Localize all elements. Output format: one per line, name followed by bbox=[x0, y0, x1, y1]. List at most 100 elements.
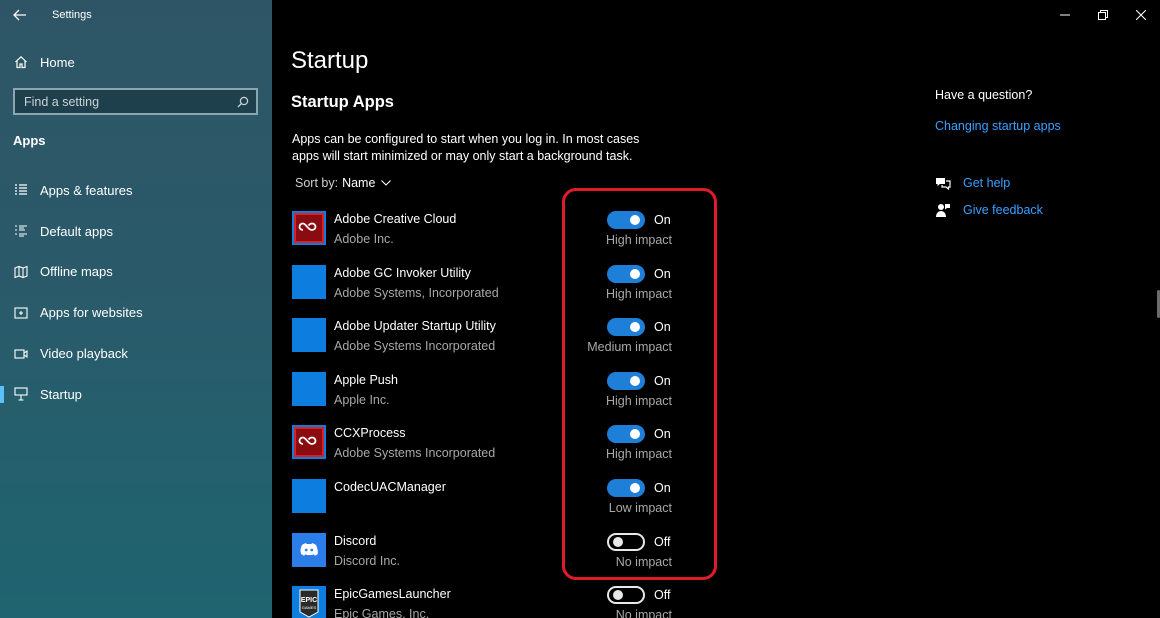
back-button[interactable] bbox=[0, 0, 40, 30]
restore-icon bbox=[1098, 10, 1108, 20]
sidebar-item-label: Offline maps bbox=[40, 264, 113, 280]
list-icon bbox=[14, 183, 28, 197]
close-button[interactable] bbox=[1122, 0, 1160, 30]
startup-toggle[interactable] bbox=[607, 586, 645, 605]
app-publisher: Discord Inc. bbox=[334, 553, 400, 568]
toggle-state: On bbox=[654, 213, 671, 227]
minimize-icon bbox=[1060, 14, 1070, 16]
sidebar-item-startup[interactable]: Startup bbox=[0, 374, 272, 415]
help-question: Have a question? bbox=[935, 88, 1033, 102]
toggle-state: On bbox=[654, 480, 671, 495]
toggle-state: On bbox=[654, 320, 671, 335]
page-title: Startup bbox=[291, 47, 369, 74]
search-box[interactable] bbox=[13, 88, 258, 115]
toggle-state: On bbox=[654, 427, 671, 442]
app-publisher: Epic Games, Inc. bbox=[334, 607, 430, 618]
app-name: Adobe GC Invoker Utility bbox=[334, 265, 471, 280]
list-item: CCXProcess Adobe Systems Incorporated On… bbox=[291, 423, 691, 477]
list-item: Adobe Updater Startup Utility Adobe Syst… bbox=[291, 316, 691, 370]
epic-games-icon: EPIC GAMES bbox=[292, 586, 326, 618]
adobe-cc-icon bbox=[292, 425, 326, 460]
give-feedback-link[interactable]: Give feedback bbox=[963, 203, 1043, 217]
search-input[interactable] bbox=[24, 94, 224, 109]
sidebar-item-default-apps[interactable]: Default apps bbox=[0, 211, 272, 252]
startup-toggle[interactable] bbox=[607, 532, 645, 551]
list-item: Adobe GC Invoker Utility Adobe Systems, … bbox=[291, 263, 691, 317]
sidebar-item-label: Default apps bbox=[40, 223, 113, 239]
sidebar-item-label: Startup bbox=[40, 386, 82, 402]
home-icon bbox=[14, 55, 28, 69]
sidebar-item-offline-maps[interactable]: Offline maps bbox=[0, 252, 272, 293]
startup-toggle[interactable] bbox=[607, 211, 645, 229]
sidebar: Settings Home Apps Apps & features Defau… bbox=[0, 0, 272, 618]
sidebar-item-apps-for-websites[interactable]: Apps for websites bbox=[0, 292, 272, 333]
nav-home-label: Home bbox=[40, 54, 75, 70]
toggle-state: Off bbox=[654, 534, 671, 549]
discord-icon bbox=[292, 532, 326, 567]
video-icon bbox=[14, 347, 28, 361]
sort-value: Name bbox=[342, 176, 376, 190]
impact-label: High impact bbox=[606, 393, 672, 408]
toggle-state: Off bbox=[654, 588, 671, 603]
list-item: Adobe Creative Cloud Adobe Inc. On High … bbox=[291, 209, 691, 263]
title-bar: Settings bbox=[0, 0, 272, 30]
startup-toggle[interactable] bbox=[607, 371, 645, 390]
description: Apps can be configured to start when you… bbox=[292, 132, 640, 163]
window-controls bbox=[1046, 0, 1160, 30]
nav-list: Apps & features Default apps Offline map… bbox=[0, 170, 272, 415]
list-item: CodecUACManager On Low impact bbox=[291, 477, 691, 531]
minimize-button[interactable] bbox=[1046, 0, 1084, 30]
list-item: EPIC GAMES EpicGamesLauncher Epic Games, … bbox=[291, 584, 691, 618]
startup-toggle[interactable] bbox=[607, 318, 645, 337]
app-name: CCXProcess bbox=[334, 426, 406, 441]
app-publisher: Adobe Systems Incorporated bbox=[334, 339, 496, 354]
give-feedback-row[interactable]: Give feedback bbox=[935, 202, 1043, 218]
chevron-down-icon bbox=[381, 180, 392, 186]
impact-label: High impact bbox=[606, 286, 672, 301]
impact-label: Low impact bbox=[608, 500, 672, 515]
search-icon bbox=[237, 96, 249, 107]
changing-startup-apps-link[interactable]: Changing startup apps bbox=[935, 119, 1061, 133]
adobe-cc-icon bbox=[292, 211, 326, 245]
app-publisher: Adobe Inc. bbox=[334, 232, 394, 246]
sidebar-item-label: Video playback bbox=[40, 346, 128, 362]
app-name: CodecUACManager bbox=[334, 479, 446, 494]
get-help-link[interactable]: Get help bbox=[963, 176, 1010, 190]
app-publisher: Adobe Systems Incorporated bbox=[334, 446, 496, 461]
get-help-row[interactable]: Get help bbox=[935, 175, 1010, 191]
svg-text:EPIC: EPIC bbox=[301, 597, 317, 604]
app-icon bbox=[292, 318, 326, 353]
sort-dropdown[interactable]: Name bbox=[342, 176, 392, 190]
section-label-apps: Apps bbox=[13, 133, 46, 148]
feedback-icon bbox=[935, 202, 951, 218]
app-title: Settings bbox=[52, 9, 92, 21]
close-icon bbox=[1136, 10, 1146, 20]
toggle-state: On bbox=[654, 373, 671, 388]
sort-label: Sort by: bbox=[295, 176, 339, 190]
app-name: Adobe Creative Cloud bbox=[334, 212, 457, 226]
app-name: Discord bbox=[334, 533, 377, 548]
startup-toggle[interactable] bbox=[607, 478, 645, 497]
sidebar-item-video-playback[interactable]: Video playback bbox=[0, 333, 272, 374]
map-icon bbox=[14, 265, 28, 279]
impact-label: High impact bbox=[606, 447, 672, 462]
section-title: Startup Apps bbox=[291, 93, 394, 111]
back-arrow-icon bbox=[13, 9, 26, 21]
app-publisher: Adobe Systems, Incorporated bbox=[334, 285, 499, 300]
startup-icon bbox=[14, 387, 28, 401]
startup-toggle[interactable] bbox=[607, 425, 645, 444]
restore-button[interactable] bbox=[1084, 0, 1122, 30]
impact-label: No impact bbox=[615, 554, 672, 569]
impact-label: No impact bbox=[615, 608, 672, 618]
sidebar-item-label: Apps for websites bbox=[40, 305, 143, 321]
nav-home[interactable]: Home bbox=[0, 47, 272, 77]
startup-toggle[interactable] bbox=[607, 264, 645, 283]
toggle-state: On bbox=[654, 266, 671, 281]
svg-text:GAMES: GAMES bbox=[302, 605, 317, 610]
app-icon bbox=[292, 478, 326, 513]
chat-help-icon bbox=[935, 175, 951, 191]
sidebar-item-apps-features[interactable]: Apps & features bbox=[0, 170, 272, 211]
sort-row: Sort by: Name bbox=[295, 176, 392, 190]
app-name: EpicGamesLauncher bbox=[334, 587, 451, 602]
app-publisher: Apple Inc. bbox=[334, 392, 390, 407]
